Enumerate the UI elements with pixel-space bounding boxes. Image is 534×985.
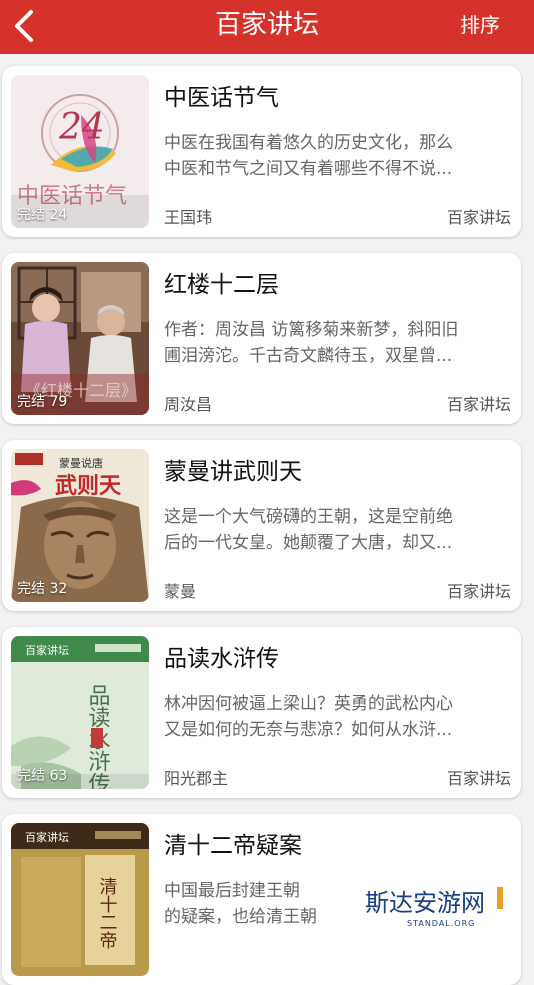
book-author: 蒙曼 xyxy=(164,582,197,601)
cover-number: 24 xyxy=(58,107,105,148)
book-author: 阳光郡主 xyxy=(164,769,229,788)
book-card[interactable]: 蒙曼说唐 武则天 完结 32 蒙曼讲武则天 这是一个大气磅礴的王朝，这是空前绝 … xyxy=(2,440,521,611)
book-cover: 蒙曼说唐 武则天 完结 32 xyxy=(11,449,149,602)
book-cover: 百家讲坛 品读水浒传 完结 63 xyxy=(11,636,149,789)
book-cover: 《红楼十二层》 完结 79 xyxy=(11,262,149,415)
book-category: 百家讲坛 xyxy=(446,769,511,788)
cover-logo: 百家讲坛 xyxy=(25,643,69,657)
page-title: 百家讲坛 xyxy=(214,10,319,40)
book-cover: 24 中医话节气 完结 24 xyxy=(11,75,149,228)
book-card[interactable]: 24 中医话节气 完结 24 中医话节气 中医在我国有着悠久的历史文化，那么 中… xyxy=(2,66,521,237)
book-title: 品读水浒传 xyxy=(164,646,279,672)
watermark-subtext: STANDAL.ORG xyxy=(407,919,476,928)
book-description: 作者：周汝昌 访篱移菊来新梦，斜阳旧 圃泪滂沱。千古奇文麟待玉，双星曾... xyxy=(164,320,459,366)
book-author: 周汝昌 xyxy=(164,395,213,414)
book-title: 清十二帝疑案 xyxy=(164,833,302,859)
book-category: 百家讲坛 xyxy=(446,395,511,414)
book-title: 红楼十二层 xyxy=(164,272,279,298)
cover-title: 清十二帝 xyxy=(97,877,118,949)
watermark-logo: 斯达安游网 STANDAL.ORG xyxy=(357,877,507,932)
cover-logo: 百家讲坛 xyxy=(25,830,69,844)
book-cover: 百家讲坛 清十二帝 xyxy=(11,823,149,976)
book-title: 蒙曼讲武则天 xyxy=(164,459,302,485)
book-card[interactable]: 百家讲坛 品读水浒传 完结 63 品读水浒传 林冲因何被逼上梁山？英勇的武松内心… xyxy=(2,627,521,798)
book-category: 百家讲坛 xyxy=(446,208,511,227)
book-description: 这是一个大气磅礴的王朝，这是空前绝 后的一代女皇。她颠覆了大唐，却又... xyxy=(164,507,453,553)
sort-button[interactable]: 排序 xyxy=(460,0,500,50)
status-badge: 完结 24 xyxy=(17,207,68,223)
app-header: 百家讲坛 排序 xyxy=(0,0,534,54)
watermark-accent xyxy=(497,887,503,909)
status-badge: 完结 32 xyxy=(17,581,68,597)
back-button[interactable] xyxy=(4,4,44,48)
book-author: 王国玮 xyxy=(164,208,213,227)
status-badge: 完结 79 xyxy=(17,394,68,410)
watermark-text: 斯达安游网 xyxy=(365,889,485,917)
book-category: 百家讲坛 xyxy=(446,582,511,601)
book-description: 林冲因何被逼上梁山？英勇的武松内心 又是如何的无奈与悲凉？如何从水浒... xyxy=(164,694,453,740)
book-title: 中医话节气 xyxy=(164,85,279,111)
chevron-left-icon xyxy=(15,10,33,42)
book-description: 中医在我国有着悠久的历史文化，那么 中医和节气之间又有着哪些不得不说... xyxy=(164,133,453,179)
status-badge: 完结 63 xyxy=(17,768,68,784)
cover-subtitle: 蒙曼说唐 xyxy=(59,456,103,470)
cover-title: 武则天 xyxy=(55,473,122,499)
book-card[interactable]: 《红楼十二层》 完结 79 红楼十二层 作者：周汝昌 访篱移菊来新梦，斜阳旧 圃… xyxy=(2,253,521,424)
